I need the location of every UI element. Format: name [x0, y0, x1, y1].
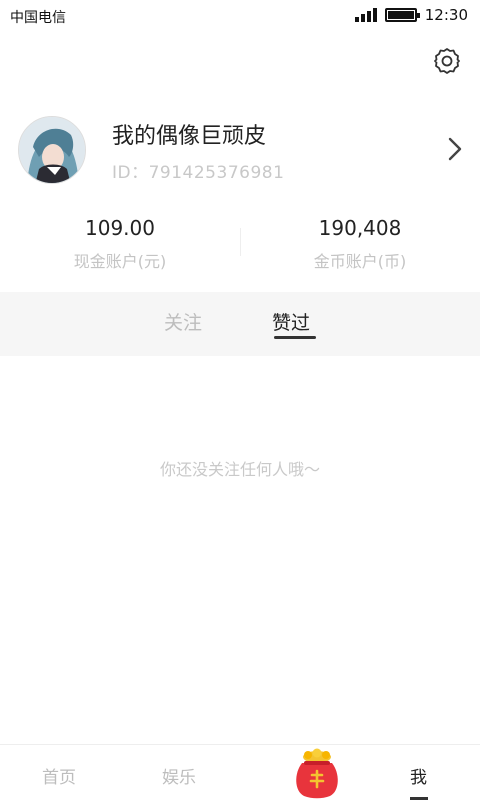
bottom-nav: 首页 娱乐 我	[0, 744, 480, 800]
profile-card[interactable]: 我的偶像巨顽皮 ID：791425376981	[0, 112, 480, 188]
coin-label: 金币账户(币)	[313, 252, 407, 271]
coin-balance: 190,408	[318, 216, 402, 240]
nickname: 我的偶像巨顽皮	[112, 124, 267, 149]
avatar[interactable]	[18, 116, 86, 184]
user-id: ID：791425376981	[112, 163, 285, 183]
nav-me[interactable]: 我	[410, 763, 427, 788]
divider	[240, 228, 241, 256]
cash-balance: 109.00	[85, 216, 155, 240]
signal-icon	[354, 8, 377, 22]
nav-home[interactable]: 首页	[42, 763, 76, 788]
status-indicators: 12:30	[354, 6, 468, 24]
coin-account[interactable]: 190,408 金币账户(币)	[240, 212, 480, 276]
lucky-bag-icon[interactable]	[292, 747, 342, 799]
active-tab-indicator	[274, 336, 316, 339]
cash-account[interactable]: 109.00 现金账户(元)	[0, 212, 240, 276]
empty-state-message: 你还没关注任何人哦～	[159, 460, 320, 479]
tab-liked[interactable]: 赞过	[272, 308, 310, 335]
nav-entertainment[interactable]: 娱乐	[162, 763, 196, 788]
clock: 12:30	[424, 6, 468, 24]
tab-follow[interactable]: 关注	[164, 308, 202, 335]
chevron-right-icon[interactable]	[446, 136, 464, 162]
battery-icon	[384, 8, 420, 22]
account-summary: 109.00 现金账户(元) 190,408 金币账户(币)	[0, 212, 480, 276]
carrier-name: 中国电信	[10, 10, 66, 26]
tab-bar: 关注 赞过	[0, 292, 480, 356]
status-bar: 中国电信 12:30	[0, 0, 480, 32]
gear-icon[interactable]	[432, 46, 462, 76]
cash-label: 现金账户(元)	[73, 252, 167, 271]
